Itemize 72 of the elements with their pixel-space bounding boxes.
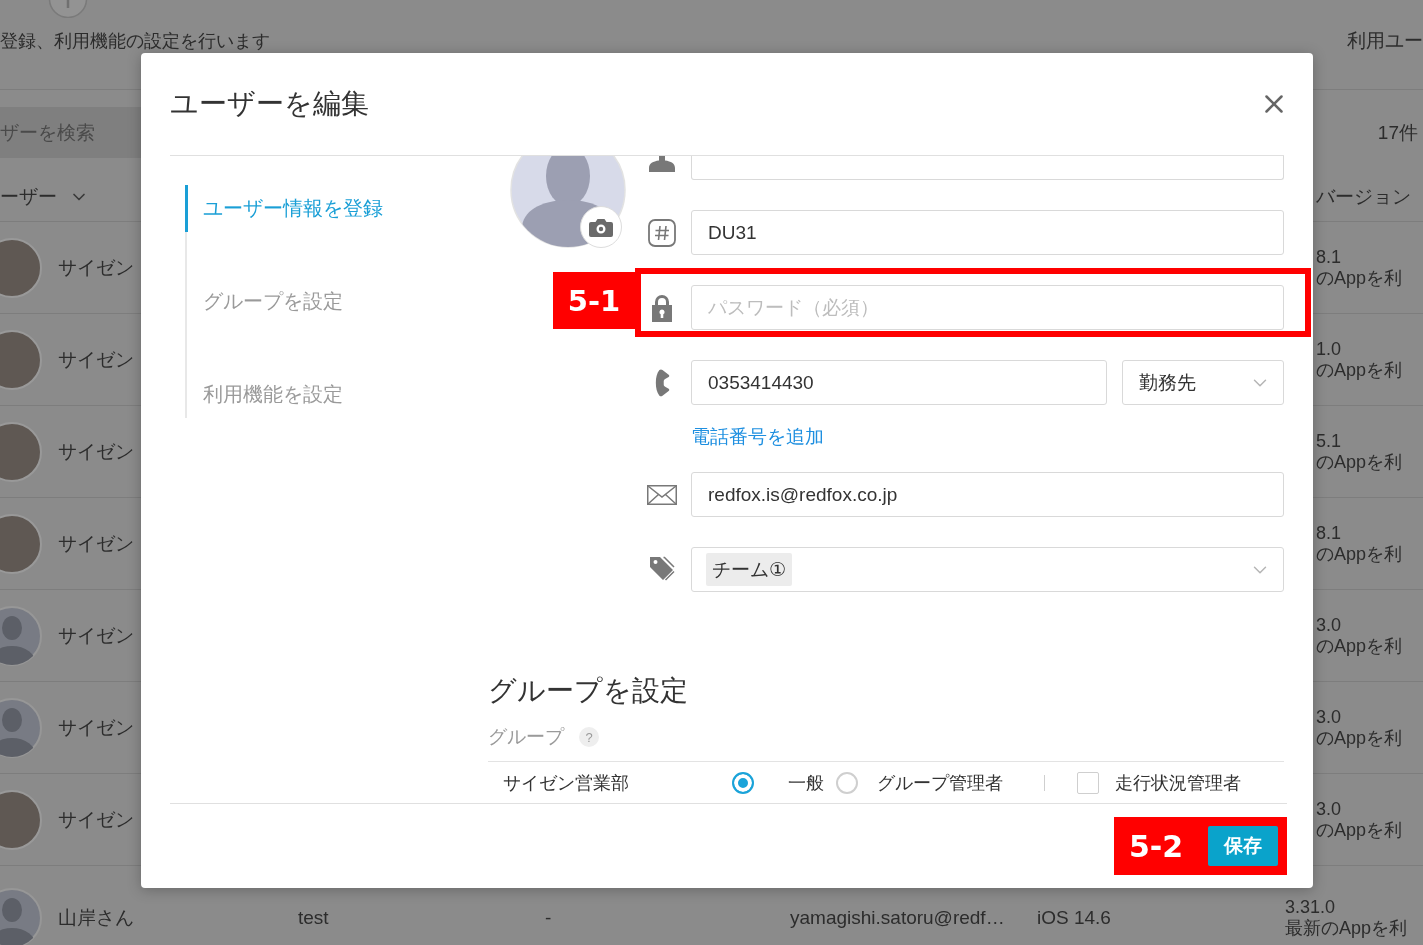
help-icon[interactable]: ? [579,727,599,747]
table-cell-text: サイゼン [58,531,134,556]
radio-button[interactable] [836,772,858,794]
nav-tab[interactable]: グループを設定 [185,278,343,325]
photo-placeholder [0,237,43,298]
version-text: 3.31.0 [1285,896,1336,918]
tag-select-field[interactable]: チーム① [691,547,1284,592]
input-field[interactable]: redfox.is@redfox.co.jp [691,472,1284,517]
table-cell-text: サイゼン [58,255,134,280]
checkbox-label: 走行状況管理者 [1115,772,1241,795]
add-button[interactable] [48,0,88,18]
table-cell-text: サイゼン [58,623,134,648]
group-name: サイゼン営業部 [503,772,630,795]
column-header[interactable]: バージョン [1316,183,1411,210]
phone-icon [654,368,670,397]
input-field[interactable] [691,156,1284,180]
table-cell-text: サイゼン [58,715,134,740]
tag-chip: チーム① [706,553,793,586]
callout-label: 5-2 [1127,828,1185,864]
table-cell-text: サイゼン [58,807,134,832]
page-subtitle: 登録、利用機能の設定を行います [0,30,270,52]
table-cell: yamagishi.satoru@redf… [790,906,1005,929]
version-text: 3.0 [1316,798,1342,820]
note-text: のAppを利 [1316,543,1403,565]
note-text: のAppを利 [1316,451,1403,473]
table-cell: iOS 14.6 [1037,906,1111,929]
note-text: のAppを利 [1316,635,1403,657]
radio-label: グループ管理者 [877,772,1003,795]
save-button[interactable]: 保存 [1208,826,1278,866]
password-field[interactable]: パスワード（必須） [691,285,1284,330]
dialog-title: ユーザーを編集 [170,87,369,121]
photo-placeholder [0,329,43,390]
tag-icon [649,556,675,583]
version-text: 1.0 [1316,338,1342,360]
add-phone-link[interactable]: 電話番号を追加 [691,426,824,448]
header-text: 利用ユー [1347,30,1423,52]
section-heading: グループを設定 [488,674,688,708]
table-cell-text: 山岸さん [58,905,134,930]
note-text: 最新のAppを利 [1285,917,1408,939]
camera-icon [589,217,613,237]
photo-placeholder [0,421,43,482]
nav-tab[interactable]: 利用機能を設定 [185,371,343,418]
version-text: 8.1 [1316,246,1342,268]
version-text: 3.0 [1316,614,1342,636]
table-cell: test [298,906,329,929]
table-cell-text: サイゼン [58,439,134,464]
column-header[interactable]: ーザー [0,183,89,210]
mail-icon [647,484,677,505]
result-count: 17件 [1377,120,1418,145]
input-field[interactable]: 0353414430 [691,360,1107,405]
note-text: のAppを利 [1316,819,1403,841]
select-field[interactable]: 勤務先 [1122,360,1284,405]
note-text: のAppを利 [1316,359,1403,381]
table-cell: - [545,906,552,929]
version-text: 5.1 [1316,430,1342,452]
note-text: のAppを利 [1316,267,1403,289]
photo-placeholder [0,513,43,574]
radio-label: 一般 [788,772,824,795]
radio-button[interactable] [732,772,754,794]
version-text: 8.1 [1316,522,1342,544]
note-text: のAppを利 [1316,727,1403,749]
nav-tab[interactable]: ユーザー情報を登録 [185,185,383,232]
callout-label: 5-1 [553,272,635,329]
version-text: 3.0 [1316,706,1342,728]
photo-placeholder [0,789,43,850]
checkbox[interactable] [1077,772,1099,794]
hash-icon [648,218,676,247]
field-label: グループ [488,725,564,749]
input-field[interactable]: DU31 [691,210,1284,255]
lock-icon [650,292,674,323]
table-cell-text: サイゼン [58,347,134,372]
person-icon [648,156,676,172]
